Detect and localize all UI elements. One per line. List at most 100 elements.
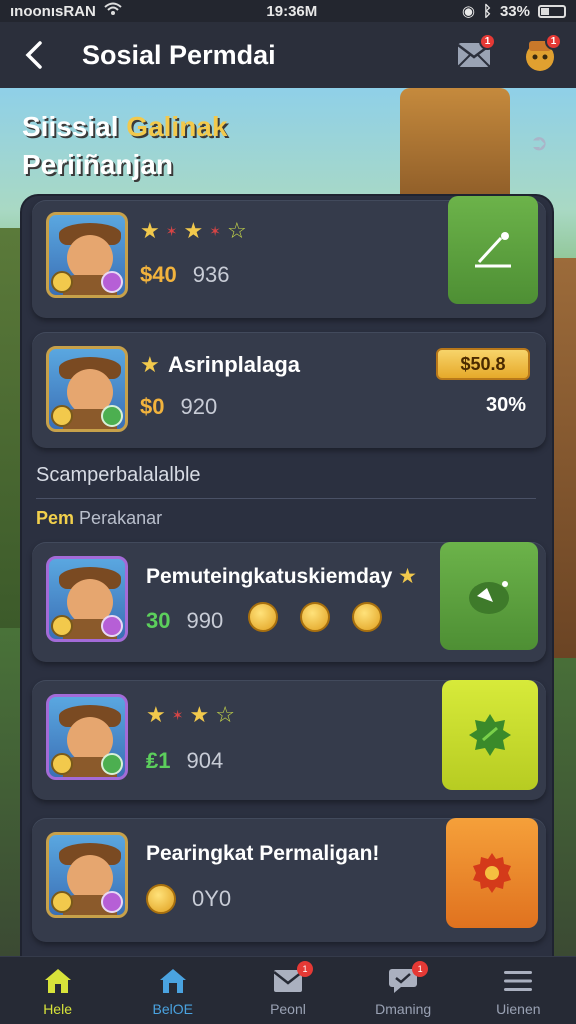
score-row: $40 936 (140, 262, 229, 288)
score-amount: ₤1 (146, 748, 171, 773)
nav-home-label: Hele (43, 1000, 72, 1017)
nav-home[interactable]: Hele (8, 965, 108, 1017)
sub-label-grey: Perakanar (79, 508, 163, 528)
mail-icon: 1 (273, 960, 313, 997)
nav-chat-badge: 1 (412, 960, 429, 977)
nav-mail-badge: 1 (296, 960, 313, 977)
sub-label: Pem Perakanar (36, 508, 162, 529)
level-badge (51, 891, 73, 913)
coin-icon (300, 602, 330, 632)
page-title: Sosial Permdai (82, 39, 276, 70)
star-icon: ★ (140, 218, 160, 243)
heading-line2: Periiñanjan (22, 149, 173, 180)
card-title-text: Pemuteingkatuskiemdaу (146, 565, 393, 588)
wifi-icon (104, 2, 122, 20)
star-icon: ★ (392, 565, 417, 588)
star-small-icon: ✶ (171, 706, 184, 723)
star-small-icon: ✶ (209, 222, 221, 239)
avatar (46, 556, 128, 642)
star-small-icon: ✶ (165, 222, 178, 239)
chevron-left-icon (25, 41, 42, 69)
heading-accent: Galinak (126, 111, 228, 142)
leaf-icon (469, 714, 511, 756)
score-number: 920 (180, 394, 218, 419)
score-row: 30 990 (146, 608, 223, 634)
star-outline-icon: ☆ (226, 218, 247, 243)
alarm-icon: ◉ (461, 3, 475, 20)
coin-icon (352, 602, 382, 632)
gear-icon (473, 853, 511, 893)
star-icon: ★ (140, 352, 160, 377)
share-icon: ➲ (529, 130, 549, 155)
rating-stars: ★ ✶ ★ ☆ (146, 702, 235, 728)
nav-base-label: BelOE (152, 1000, 194, 1017)
rating-stars: ★ ✶ ★ ✶ ☆ (140, 218, 247, 244)
back-button[interactable] (16, 35, 52, 75)
list-item[interactable]: Pemuteingkatuskiemdaу ★ 30 990 (32, 542, 546, 662)
avatar (46, 346, 128, 432)
profile-button[interactable]: 1 (520, 33, 562, 75)
nav-menu-label: Uienen (496, 1000, 541, 1017)
tower-illustration (400, 88, 510, 208)
status-bar: ınoonısRAN 19:36M ◉ ᛒ 33% (0, 0, 576, 22)
card-title: Pearingkat Permaligan! (146, 842, 380, 865)
battery-percent: 33% (499, 2, 530, 20)
share-button[interactable]: ➲ (520, 124, 558, 162)
score-row: $0 920 (140, 394, 217, 420)
nav-chat[interactable]: 1 Dmaning (353, 960, 453, 1017)
list-item[interactable]: ★ ✶ ★ ☆ ₤1 904 (32, 680, 546, 800)
rank-badge (101, 753, 123, 775)
rank-badge (101, 271, 123, 293)
nav-menu[interactable]: Uienen (468, 965, 568, 1017)
chat-icon: 1 (388, 960, 429, 997)
score-number: 0Y0 (192, 886, 232, 911)
price-badge[interactable]: $50.8 (436, 348, 530, 380)
list-item[interactable]: Pearingkat Permaligan! 0Y0 (32, 818, 546, 942)
avatar (46, 212, 128, 298)
settings-button[interactable] (446, 818, 538, 928)
clock: 19:36M (266, 2, 318, 20)
score-number: 936 (192, 262, 230, 287)
level-badge (51, 405, 73, 427)
card-title: Asrinplalaga (168, 352, 301, 377)
score-row: ₤1 904 (146, 748, 223, 774)
avatar (46, 694, 128, 780)
level-badge (51, 615, 73, 637)
home-icon (43, 965, 73, 997)
battery-icon (537, 4, 566, 18)
edit-button[interactable] (448, 196, 538, 304)
score-number: 990 (186, 608, 224, 633)
score-amount: $0 (140, 394, 165, 419)
rank-badge (101, 615, 123, 637)
coin-icon (146, 884, 176, 914)
nav-chat-label: Dmaning (375, 1000, 432, 1017)
star-icon: ★ (183, 218, 204, 243)
star-outline-icon: ☆ (215, 702, 235, 727)
star-icon: ★ (189, 702, 210, 727)
like-button[interactable] (440, 542, 538, 650)
heading-line1: Siissial (22, 111, 119, 142)
thumb-icon (469, 581, 509, 614)
score-number: 904 (186, 748, 224, 773)
profile-badge: 1 (545, 33, 562, 50)
level-badge (51, 753, 73, 775)
coin-icon (248, 602, 278, 632)
section-divider (36, 498, 536, 499)
menu-icon (503, 965, 533, 997)
avatar (46, 832, 128, 918)
score-amount: $40 (140, 262, 177, 287)
app-header: Sosial Permdai 1 1 (0, 22, 576, 88)
star-icon: ★ (146, 702, 166, 727)
percent-value: 30% (486, 394, 527, 416)
score-row: 0Y0 (146, 884, 231, 914)
section-label: Scamperbalalalble (36, 464, 201, 486)
nav-mail[interactable]: 1 Peonl (238, 960, 338, 1017)
list-item[interactable]: ★ ✶ ★ ✶ ☆ $40 936 (32, 196, 546, 318)
nav-mail-label: Peonl (270, 1000, 306, 1017)
mail-button[interactable]: 1 (454, 33, 496, 75)
sub-label-yellow: Pem (36, 508, 75, 528)
nav-base[interactable]: BelOE (123, 965, 223, 1017)
level-badge (51, 271, 73, 293)
leaf-button[interactable] (442, 680, 538, 790)
rank-badge (101, 891, 123, 913)
